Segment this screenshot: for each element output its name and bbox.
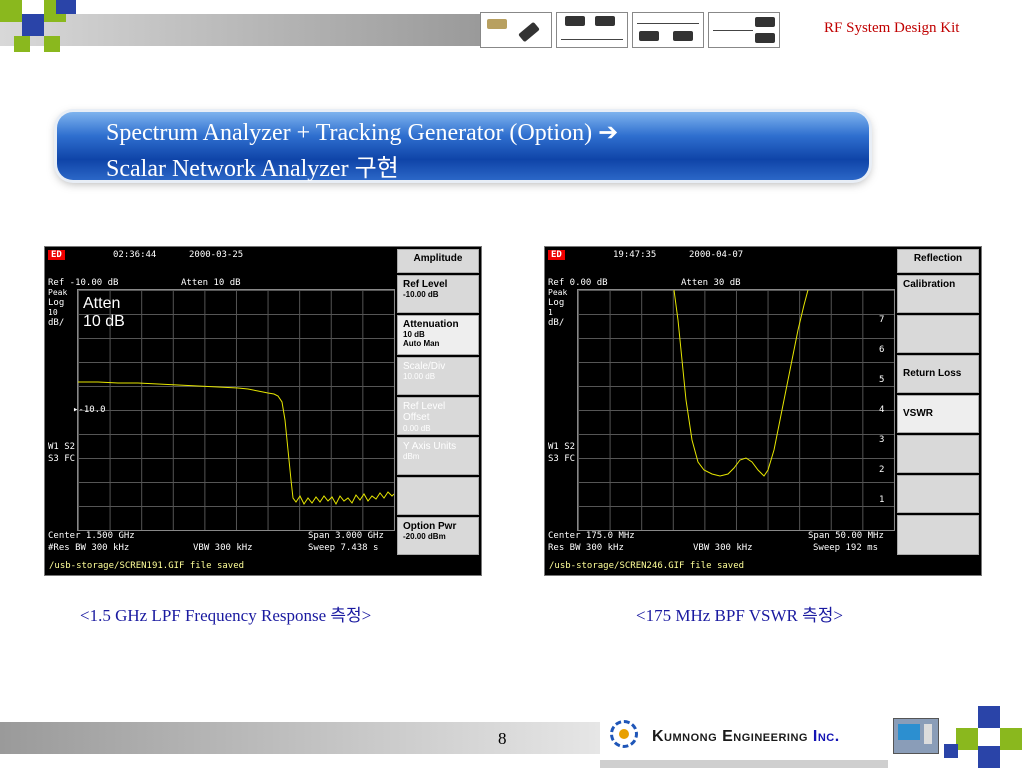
filter-thumbnail-icon (708, 12, 780, 48)
left-overlay-atten-value: 10 dB (83, 313, 125, 330)
right-sweep: Sweep 192 ms (813, 543, 879, 553)
left-softkey-ref-offset[interactable]: Ref Level Offset 0.00 dB (397, 397, 479, 435)
right-softkey-vswr[interactable]: VSWR (897, 395, 979, 433)
right-softkey-calibration[interactable]: Calibration (897, 275, 979, 313)
banner-line-1: Spectrum Analyzer + Tracking Generator (… (106, 120, 619, 146)
right-w1s2: W1 S2 (548, 442, 576, 452)
left-w1s2: W1 S2 (48, 442, 76, 452)
left-softkey-y-axis-units[interactable]: Y Axis Units dBm (397, 437, 479, 475)
left-softkey-amplitude[interactable]: Amplitude (397, 249, 479, 273)
left-trace-plot (78, 381, 394, 506)
right-softkey-return-loss[interactable]: Return Loss (897, 355, 979, 393)
gear-logo-icon (610, 720, 638, 748)
left-center-freq: Center 1.500 GHz (48, 531, 135, 541)
left-span: Span 3.000 GHz (308, 531, 384, 541)
left-date: 2000-03-25 (189, 250, 244, 260)
header-title: RF System Design Kit (824, 20, 960, 36)
right-analyzer-display: ED 19:47:35 2000-04-07 Ref 0.00 dB Atten… (545, 247, 895, 559)
right-atten: Atten 30 dB (681, 278, 741, 288)
right-center-freq: Center 175.0 MHz (548, 531, 635, 541)
right-s3fc: S3 FC (548, 454, 576, 464)
left-log: Log (48, 298, 65, 308)
left-div-unit: dB/ (48, 318, 65, 328)
banner-line-2: Scalar Network Analyzer 구현 (106, 156, 399, 182)
left-res-bw: #Res BW 300 kHz (48, 543, 130, 553)
right-caption: <175 MHz BPF VSWR 측정> (636, 606, 843, 625)
mixer-thumbnail-icon (632, 12, 704, 48)
left-peak: Peak (48, 288, 68, 297)
page-number: 8 (498, 729, 507, 748)
left-atten: Atten 10 dB (181, 278, 241, 288)
left-sweep: Sweep 7.438 s (308, 543, 379, 553)
right-vswr-tick: 4 (879, 405, 885, 415)
right-vswr-tick: 1 (879, 495, 885, 505)
right-ed-badge: ED (548, 250, 565, 260)
chip-thumbnail-icon (480, 12, 552, 48)
right-softkey-blank[interactable] (897, 435, 979, 473)
left-ref-level: Ref -10.00 dB (48, 278, 119, 288)
right-vswr-tick: 7 (879, 315, 885, 325)
right-vswr-tick: 6 (879, 345, 885, 355)
amplifier-thumbnail-icon (556, 12, 628, 48)
left-softkey-scale-div[interactable]: Scale/Div 10.00 dB (397, 357, 479, 395)
rf-component-thumbnails (480, 12, 820, 48)
right-vbw: VBW 300 kHz (693, 543, 753, 553)
right-softkey-blank[interactable] (897, 475, 979, 513)
right-trace-plot (673, 290, 809, 477)
left-overlay-atten: Atten (83, 295, 121, 312)
right-graticule (577, 289, 895, 531)
right-date: 2000-04-07 (689, 250, 744, 260)
instrument-icon (893, 718, 939, 754)
right-res-bw: Res BW 300 kHz (548, 543, 624, 553)
left-caption: <1.5 GHz LPF Frequency Response 측정> (80, 606, 372, 625)
left-div-value: 10 (48, 308, 58, 317)
right-softkey-blank[interactable] (897, 315, 979, 353)
left-vbw: VBW 300 kHz (193, 543, 253, 553)
right-softkey-blank[interactable] (897, 515, 979, 555)
right-vswr-tick: 5 (879, 375, 885, 385)
left-marker-readout: ▸-10.0 (73, 405, 106, 415)
left-status-line: /usb-storage/SCREN191.GIF file saved (45, 559, 479, 573)
right-ref-level: Ref 0.00 dB (548, 278, 608, 288)
left-analyzer-display: ED 02:36:44 2000-03-25 Ref -10.00 dB Att… (45, 247, 395, 559)
left-softkey-attenuation[interactable]: Attenuation 10 dB Auto Man (397, 315, 479, 355)
left-softkey-ref-level[interactable]: Ref Level -10.00 dB (397, 275, 479, 313)
right-vswr-tick: 3 (879, 435, 885, 445)
left-softkey-blank[interactable] (397, 477, 479, 515)
right-trace (673, 290, 809, 477)
header-bar (0, 14, 480, 46)
left-time: 02:36:44 (113, 250, 157, 260)
left-analyzer-screenshot: ED 02:36:44 2000-03-25 Ref -10.00 dB Att… (44, 246, 482, 576)
right-log: Log (548, 298, 565, 308)
left-trace (78, 381, 394, 506)
right-softkey-reflection[interactable]: Reflection (897, 249, 979, 273)
left-softkey-option-pwr[interactable]: Option Pwr -20.00 dBm (397, 517, 479, 555)
right-div-value: 1 (548, 308, 553, 317)
footer-underline (600, 760, 888, 768)
left-s3fc: S3 FC (48, 454, 76, 464)
right-status-line: /usb-storage/SCREN246.GIF file saved (545, 559, 979, 573)
left-ed-badge: ED (48, 250, 65, 260)
right-peak: Peak (548, 288, 568, 297)
right-time: 19:47:35 (613, 250, 657, 260)
right-vswr-tick: 2 (879, 465, 885, 475)
right-analyzer-screenshot: ED 19:47:35 2000-04-07 Ref 0.00 dB Atten… (544, 246, 982, 576)
right-span: Span 50.00 MHz (808, 531, 884, 541)
company-name: Kumnong Engineering Inc. (652, 728, 840, 745)
right-div-unit: dB/ (548, 318, 565, 328)
footer-bar (0, 722, 600, 754)
